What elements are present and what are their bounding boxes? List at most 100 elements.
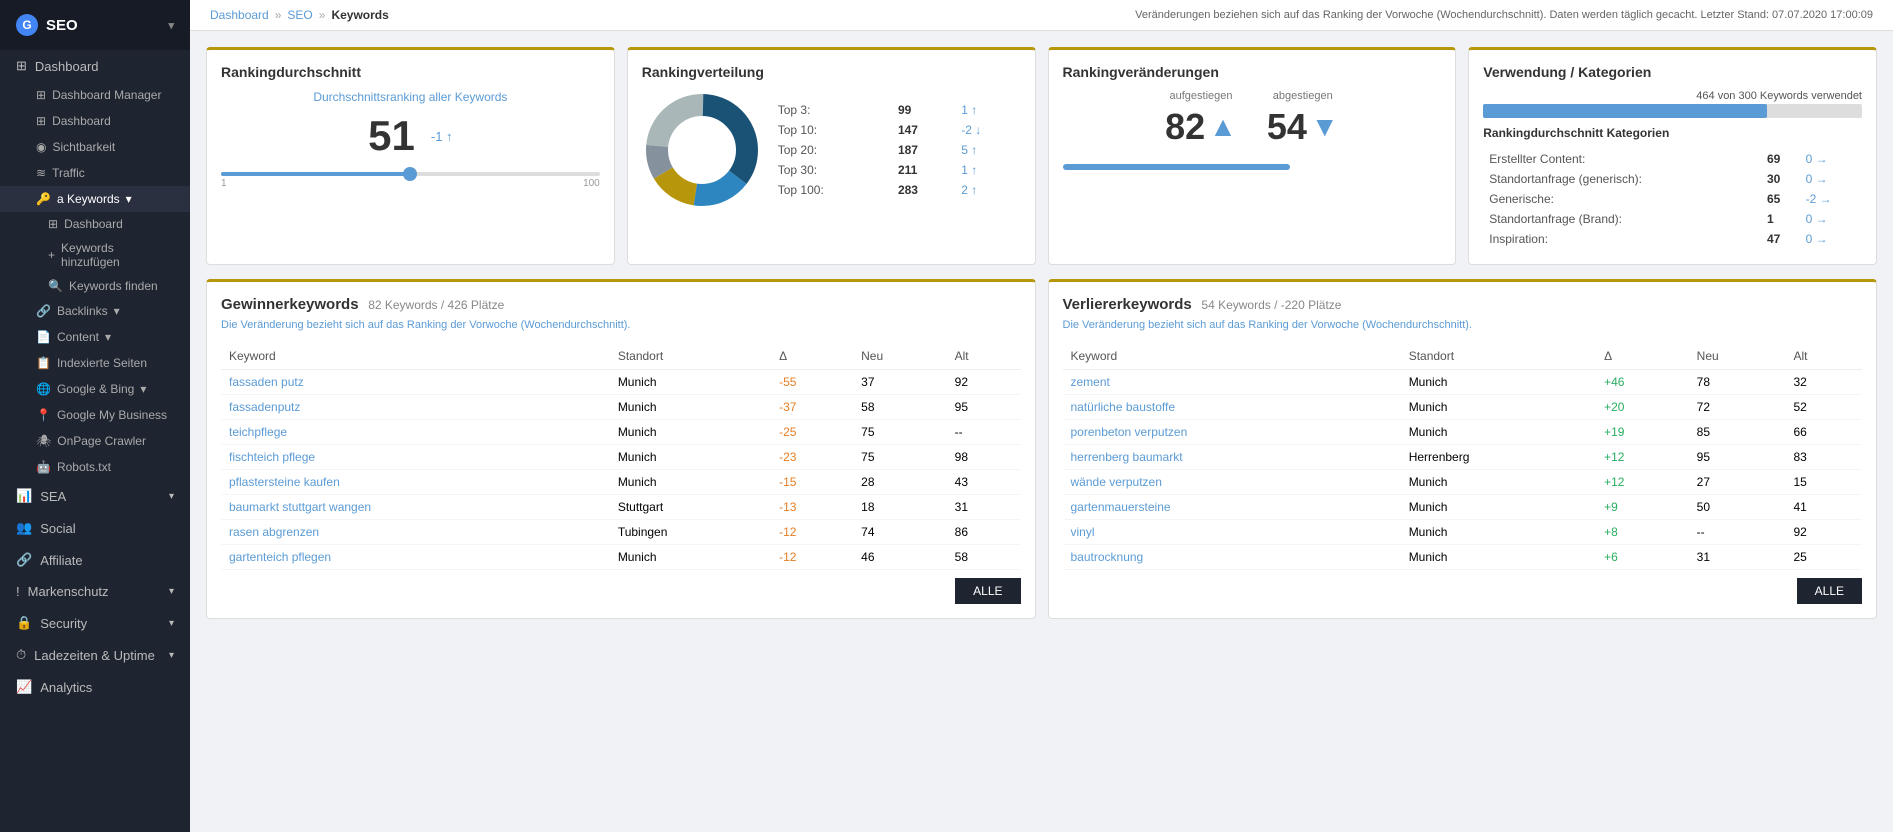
kw-cell[interactable]: zement xyxy=(1063,370,1401,395)
sidebar-item-label: Dashboard xyxy=(52,114,111,128)
abgestiegen-box: abgestiegen 54 ▼ xyxy=(1267,90,1339,148)
rankingverteilung-title: Rankingverteilung xyxy=(642,64,1021,80)
sidebar-item-dashboard2[interactable]: ⊞ Dashboard xyxy=(0,108,190,134)
kw-cell[interactable]: bautrocknung xyxy=(1063,545,1401,570)
table-header-row: Keyword Standort Δ Neu Alt xyxy=(221,343,1021,370)
col-delta: Δ xyxy=(1596,343,1689,370)
kw-cell[interactable]: fassadenputz xyxy=(221,395,610,420)
sidebar-item-kw-dashboard[interactable]: ⊞ Dashboard xyxy=(0,212,190,236)
col-alt: Alt xyxy=(1786,343,1863,370)
standort-cell: Munich xyxy=(610,545,771,570)
kw-cell[interactable]: porenbeton verputzen xyxy=(1063,420,1401,445)
bottom-cards-grid: Gewinnerkeywords 82 Keywords / 426 Plätz… xyxy=(206,279,1877,619)
google-bing-arrow: ▾ xyxy=(140,382,146,396)
sidebar-item-kw-hinzufuegen[interactable]: + Keywords hinzufügen xyxy=(0,236,190,274)
sidebar-item-label: Ladezeiten & Uptime xyxy=(34,648,155,663)
ranking-avg-label: Durchschnittsranking aller Keywords xyxy=(221,90,600,104)
card-verwendung: Verwendung / Kategorien 464 von 300 Keyw… xyxy=(1468,47,1877,265)
sea-arrow: ▾ xyxy=(169,491,174,502)
sidebar-item-onpage-crawler[interactable]: 🕷 OnPage Crawler xyxy=(0,428,190,454)
abgestiegen-label: abgestiegen xyxy=(1267,90,1339,102)
sidebar-item-analytics[interactable]: 📈 Analytics xyxy=(0,671,190,703)
sidebar-item-dashboard-manager[interactable]: ⊞ Dashboard Manager xyxy=(0,82,190,108)
sidebar-item-social[interactable]: 👥 Social xyxy=(0,512,190,544)
kw-cell[interactable]: pflastersteine kaufen xyxy=(221,470,610,495)
sidebar-item-google-my-business[interactable]: 📍 Google My Business xyxy=(0,402,190,428)
kw-cell[interactable]: gartenmauersteine xyxy=(1063,495,1401,520)
sidebar-item-traffic[interactable]: ≋ Traffic xyxy=(0,160,190,186)
breadcrumb-seo[interactable]: SEO xyxy=(287,8,312,22)
sidebar-item-ladezeiten[interactable]: ⏱ Ladezeiten & Uptime ▾ xyxy=(0,639,190,671)
sidebar-item-google-bing[interactable]: 🌐 Google & Bing ▾ xyxy=(0,376,190,402)
gewinner-alle-button[interactable]: ALLE xyxy=(955,578,1020,604)
alt-cell: 43 xyxy=(947,470,1021,495)
main-content: Dashboard » SEO » Keywords Veränderungen… xyxy=(190,0,1893,832)
table-row: baumarkt stuttgart wangen Stuttgart -13 … xyxy=(221,495,1021,520)
keywords-arrow: ▾ xyxy=(126,192,132,206)
verlierer-table-scroll[interactable]: Keyword Standort Δ Neu Alt zement Munich… xyxy=(1063,337,1863,570)
delta-cell: +12 xyxy=(1596,445,1689,470)
sidebar-item-kw-finden[interactable]: 🔍 Keywords finden xyxy=(0,274,190,298)
ranking-avg-change: -1 ↑ xyxy=(431,129,453,144)
sidebar: G SEO ▾ ⊞ Dashboard ⊞ Dashboard Manager … xyxy=(0,0,190,832)
kw-cell[interactable]: fischteich pflege xyxy=(221,445,610,470)
backlinks-icon: 🔗 xyxy=(36,304,51,318)
table-row: Top 10: 147 -2 ↓ xyxy=(774,121,1019,139)
usage-bar xyxy=(1483,104,1862,118)
kw-cell[interactable]: gartenteich pflegen xyxy=(221,545,610,570)
sidebar-item-affiliate[interactable]: 🔗 Affiliate xyxy=(0,544,190,576)
gewinner-table-scroll[interactable]: Keyword Standort Δ Neu Alt fassaden putz… xyxy=(221,337,1021,570)
table-row: pflastersteine kaufen Munich -15 28 43 xyxy=(221,470,1021,495)
sidebar-item-content[interactable]: 📄 Content ▾ xyxy=(0,324,190,350)
kw-cell[interactable]: herrenberg baumarkt xyxy=(1063,445,1401,470)
verlierer-title: Verliererkeywords xyxy=(1063,296,1192,313)
sidebar-item-robots[interactable]: 🤖 Robots.txt xyxy=(0,454,190,480)
sidebar-item-label: Sichtbarkeit xyxy=(52,140,115,154)
breadcrumb-dashboard[interactable]: Dashboard xyxy=(210,8,269,22)
kw-cell[interactable]: fassaden putz xyxy=(221,370,610,395)
standort-cell: Munich xyxy=(610,470,771,495)
breadcrumb-sep1: » xyxy=(275,8,282,22)
table-row: fassaden putz Munich -55 37 92 xyxy=(221,370,1021,395)
markenschutz-arrow: ▾ xyxy=(169,586,174,597)
gmb-icon: 📍 xyxy=(36,408,51,422)
sidebar-item-keywords[interactable]: 🔑 a Keywords ▾ xyxy=(0,186,190,212)
sidebar-item-security[interactable]: 🔒 Security ▾ xyxy=(0,607,190,639)
seo-arrow[interactable]: ▾ xyxy=(168,19,174,32)
kw-cell[interactable]: wände verputzen xyxy=(1063,470,1401,495)
sidebar-item-sichtbarkeit[interactable]: ◉ Sichtbarkeit xyxy=(0,134,190,160)
sidebar-item-backlinks[interactable]: 🔗 Backlinks ▾ xyxy=(0,298,190,324)
page-content: Rankingdurchschnitt Durchschnittsranking… xyxy=(190,31,1893,832)
kw-cell[interactable]: teichpflege xyxy=(221,420,610,445)
backlinks-arrow: ▾ xyxy=(114,304,120,318)
alt-cell: 52 xyxy=(1786,395,1863,420)
table-row: Top 30: 211 1 ↑ xyxy=(774,161,1019,179)
col-standort: Standort xyxy=(610,343,771,370)
analytics-icon: 📈 xyxy=(16,679,32,695)
table-row: wände verputzen Munich +12 27 15 xyxy=(1063,470,1863,495)
ranking-vert-container: Top 3: 99 1 ↑ Top 10: 147 -2 ↓ Top 20: 1… xyxy=(642,90,1021,210)
kw-cell[interactable]: baumarkt stuttgart wangen xyxy=(221,495,610,520)
verlierer-alle-button[interactable]: ALLE xyxy=(1797,578,1862,604)
crawler-icon: 🕷 xyxy=(36,434,51,448)
aufgestiegen-val: 82 ▲ xyxy=(1165,106,1237,148)
sidebar-item-label: Content xyxy=(57,330,99,344)
sea-icon: 📊 xyxy=(16,488,32,504)
sidebar-item-indexierte-seiten[interactable]: 📋 Indexierte Seiten xyxy=(0,350,190,376)
sidebar-item-dashboard-top[interactable]: ⊞ Dashboard xyxy=(0,50,190,82)
neu-cell: 18 xyxy=(853,495,947,520)
sidebar-item-label: a Keywords xyxy=(57,192,120,206)
col-neu: Neu xyxy=(853,343,947,370)
sidebar-item-sea[interactable]: 📊 SEA ▾ xyxy=(0,480,190,512)
ranking-slider[interactable]: 1 100 xyxy=(221,172,600,189)
verlierer-note: Die Veränderung bezieht sich auf das Ran… xyxy=(1063,319,1863,331)
kw-cell[interactable]: rasen abgrenzen xyxy=(221,520,610,545)
alt-cell: 58 xyxy=(947,545,1021,570)
alt-cell: 66 xyxy=(1786,420,1863,445)
affiliate-icon: 🔗 xyxy=(16,552,32,568)
kw-cell[interactable]: natürliche baustoffe xyxy=(1063,395,1401,420)
sidebar-item-label: Traffic xyxy=(52,166,85,180)
sidebar-item-label: Markenschutz xyxy=(28,584,109,599)
kw-cell[interactable]: vinyl xyxy=(1063,520,1401,545)
sidebar-item-markenschutz[interactable]: ! Markenschutz ▾ xyxy=(0,576,190,607)
